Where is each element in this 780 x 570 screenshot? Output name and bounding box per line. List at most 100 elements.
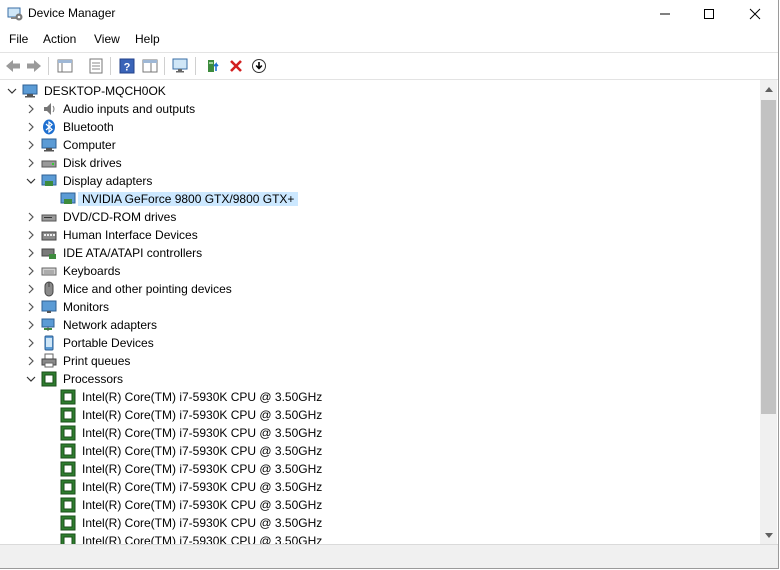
tree-item-audio[interactable]: Audio inputs and outputs bbox=[0, 100, 760, 118]
tree-item-label: Intel(R) Core(TM) i7-5930K CPU @ 3.50GHz bbox=[82, 408, 323, 422]
back-button[interactable] bbox=[3, 56, 23, 76]
back-arrow-icon bbox=[6, 60, 20, 72]
disk-drive-icon bbox=[41, 160, 57, 168]
tree-item-cpu[interactable]: Intel(R) Core(TM) i7-5930K CPU @ 3.50GHz bbox=[0, 514, 760, 532]
printer-icon bbox=[41, 353, 57, 368]
tree-item-label: Print queues bbox=[63, 354, 131, 368]
forward-button[interactable] bbox=[24, 56, 44, 76]
tree-item-cpu[interactable]: Intel(R) Core(TM) i7-5930K CPU @ 3.50GHz bbox=[0, 460, 760, 478]
chevron-right-icon[interactable] bbox=[25, 121, 37, 133]
chevron-right-icon[interactable] bbox=[25, 229, 37, 241]
status-bar bbox=[0, 544, 778, 568]
tree-item-hid[interactable]: Human Interface Devices bbox=[0, 226, 760, 244]
chevron-right-icon[interactable] bbox=[25, 157, 37, 169]
tree-item-cpu[interactable]: Intel(R) Core(TM) i7-5930K CPU @ 3.50GHz bbox=[0, 442, 760, 460]
chevron-down-icon[interactable] bbox=[25, 373, 37, 385]
chevron-right-icon[interactable] bbox=[25, 355, 37, 367]
tree-item-ide[interactable]: IDE ATA/ATAPI controllers bbox=[0, 244, 760, 262]
help-button[interactable]: ? bbox=[117, 56, 137, 76]
disable-device-button[interactable] bbox=[249, 56, 269, 76]
tree-item-cpu[interactable]: Intel(R) Core(TM) i7-5930K CPU @ 3.50GHz bbox=[0, 406, 760, 424]
tree-item-label: Network adapters bbox=[63, 318, 158, 332]
toolbar-separator bbox=[48, 57, 49, 75]
chevron-right-icon[interactable] bbox=[25, 283, 37, 295]
menu-help[interactable]: Help bbox=[135, 32, 160, 46]
ide-controller-icon bbox=[41, 248, 56, 259]
scroll-down-button[interactable] bbox=[760, 527, 777, 544]
device-manager-icon bbox=[7, 7, 23, 21]
tree-item-disk-drives[interactable]: Disk drives bbox=[0, 154, 760, 172]
processor-icon bbox=[60, 515, 76, 531]
minimize-button[interactable] bbox=[642, 0, 688, 28]
tree-item-cpu[interactable]: Intel(R) Core(TM) i7-5930K CPU @ 3.50GHz bbox=[0, 532, 760, 544]
tree-item-dvd[interactable]: DVD/CD-ROM drives bbox=[0, 208, 760, 226]
tree-root-row[interactable]: DESKTOP-MQCH0OK bbox=[0, 82, 760, 100]
tree-item-label: Keyboards bbox=[63, 264, 121, 278]
chevron-down-icon[interactable] bbox=[25, 175, 37, 187]
speaker-icon bbox=[44, 103, 55, 115]
network-adapter-icon bbox=[41, 318, 55, 331]
properties-icon bbox=[89, 58, 103, 74]
tree-item-gpu[interactable]: NVIDIA GeForce 9800 GTX/9800 GTX+ bbox=[0, 190, 760, 208]
chevron-right-icon[interactable] bbox=[25, 247, 37, 259]
tree-item-label: Intel(R) Core(TM) i7-5930K CPU @ 3.50GHz bbox=[82, 462, 323, 476]
close-button[interactable] bbox=[732, 0, 778, 28]
chevron-down-icon[interactable] bbox=[6, 85, 18, 97]
console-tree-icon bbox=[57, 59, 73, 73]
chevron-right-icon[interactable] bbox=[25, 103, 37, 115]
chevron-right-icon[interactable] bbox=[25, 265, 37, 277]
tree-item-keyboards[interactable]: Keyboards bbox=[0, 262, 760, 280]
processor-icon bbox=[60, 389, 76, 405]
processor-icon bbox=[60, 443, 76, 459]
tree-item-portable[interactable]: Portable Devices bbox=[0, 334, 760, 352]
computer-icon bbox=[22, 84, 38, 98]
vertical-scrollbar[interactable] bbox=[760, 80, 777, 544]
menu-action[interactable]: Action bbox=[43, 32, 76, 46]
scroll-up-button[interactable] bbox=[760, 80, 777, 97]
scan-hardware-button[interactable] bbox=[171, 56, 191, 76]
menu-bar: File Action View Help bbox=[0, 29, 778, 49]
chevron-right-icon[interactable] bbox=[25, 301, 37, 313]
tree-item-computer[interactable]: Computer bbox=[0, 136, 760, 154]
tree-item-network[interactable]: Network adapters bbox=[0, 316, 760, 334]
menu-view[interactable]: View bbox=[94, 32, 120, 46]
tree-item-print[interactable]: Print queues bbox=[0, 352, 760, 370]
monitor-scan-icon bbox=[172, 58, 188, 73]
tree-item-label: Intel(R) Core(TM) i7-5930K CPU @ 3.50GHz bbox=[82, 516, 323, 530]
tree-item-display-adapters[interactable]: Display adapters bbox=[0, 172, 760, 190]
show-hide-console-tree-button[interactable] bbox=[55, 56, 75, 76]
tree-item-label: DVD/CD-ROM drives bbox=[63, 210, 177, 224]
display-adapter-icon bbox=[60, 192, 76, 204]
chevron-right-icon[interactable] bbox=[25, 319, 37, 331]
chevron-right-icon[interactable] bbox=[25, 337, 37, 349]
view-button[interactable] bbox=[140, 56, 160, 76]
scrollbar-thumb[interactable] bbox=[761, 100, 776, 414]
update-driver-button[interactable] bbox=[203, 56, 223, 76]
tree-item-cpu[interactable]: Intel(R) Core(TM) i7-5930K CPU @ 3.50GHz bbox=[0, 496, 760, 514]
tree-item-monitors[interactable]: Monitors bbox=[0, 298, 760, 316]
tree-item-bluetooth[interactable]: Bluetooth bbox=[0, 118, 760, 136]
processor-icon bbox=[60, 497, 76, 513]
maximize-button[interactable] bbox=[686, 0, 732, 28]
chevron-right-icon[interactable] bbox=[25, 211, 37, 223]
tree-item-cpu[interactable]: Intel(R) Core(TM) i7-5930K CPU @ 3.50GHz bbox=[0, 424, 760, 442]
dvd-drive-icon bbox=[41, 214, 57, 222]
properties-button[interactable] bbox=[86, 56, 106, 76]
tree-item-cpu[interactable]: Intel(R) Core(TM) i7-5930K CPU @ 3.50GHz bbox=[0, 388, 760, 406]
tree-item-processors[interactable]: Processors bbox=[0, 370, 760, 388]
menu-file[interactable]: File bbox=[9, 32, 28, 46]
toolbar: ? bbox=[0, 52, 778, 80]
title-bar[interactable]: Device Manager bbox=[0, 0, 778, 28]
tree-item-cpu[interactable]: Intel(R) Core(TM) i7-5930K CPU @ 3.50GHz bbox=[0, 478, 760, 496]
tree-item-label: Monitors bbox=[63, 300, 110, 314]
tree-item-mice[interactable]: Mice and other pointing devices bbox=[0, 280, 760, 298]
caret-down-icon bbox=[764, 532, 773, 538]
chevron-right-icon[interactable] bbox=[25, 139, 37, 151]
svg-text:?: ? bbox=[124, 62, 131, 74]
download-circle-icon bbox=[252, 59, 266, 73]
tree-item-label: Human Interface Devices bbox=[63, 228, 198, 242]
hid-icon bbox=[41, 231, 57, 241]
red-x-icon bbox=[230, 60, 242, 72]
tree-item-label: Intel(R) Core(TM) i7-5930K CPU @ 3.50GHz bbox=[82, 480, 323, 494]
uninstall-device-button[interactable] bbox=[226, 56, 246, 76]
